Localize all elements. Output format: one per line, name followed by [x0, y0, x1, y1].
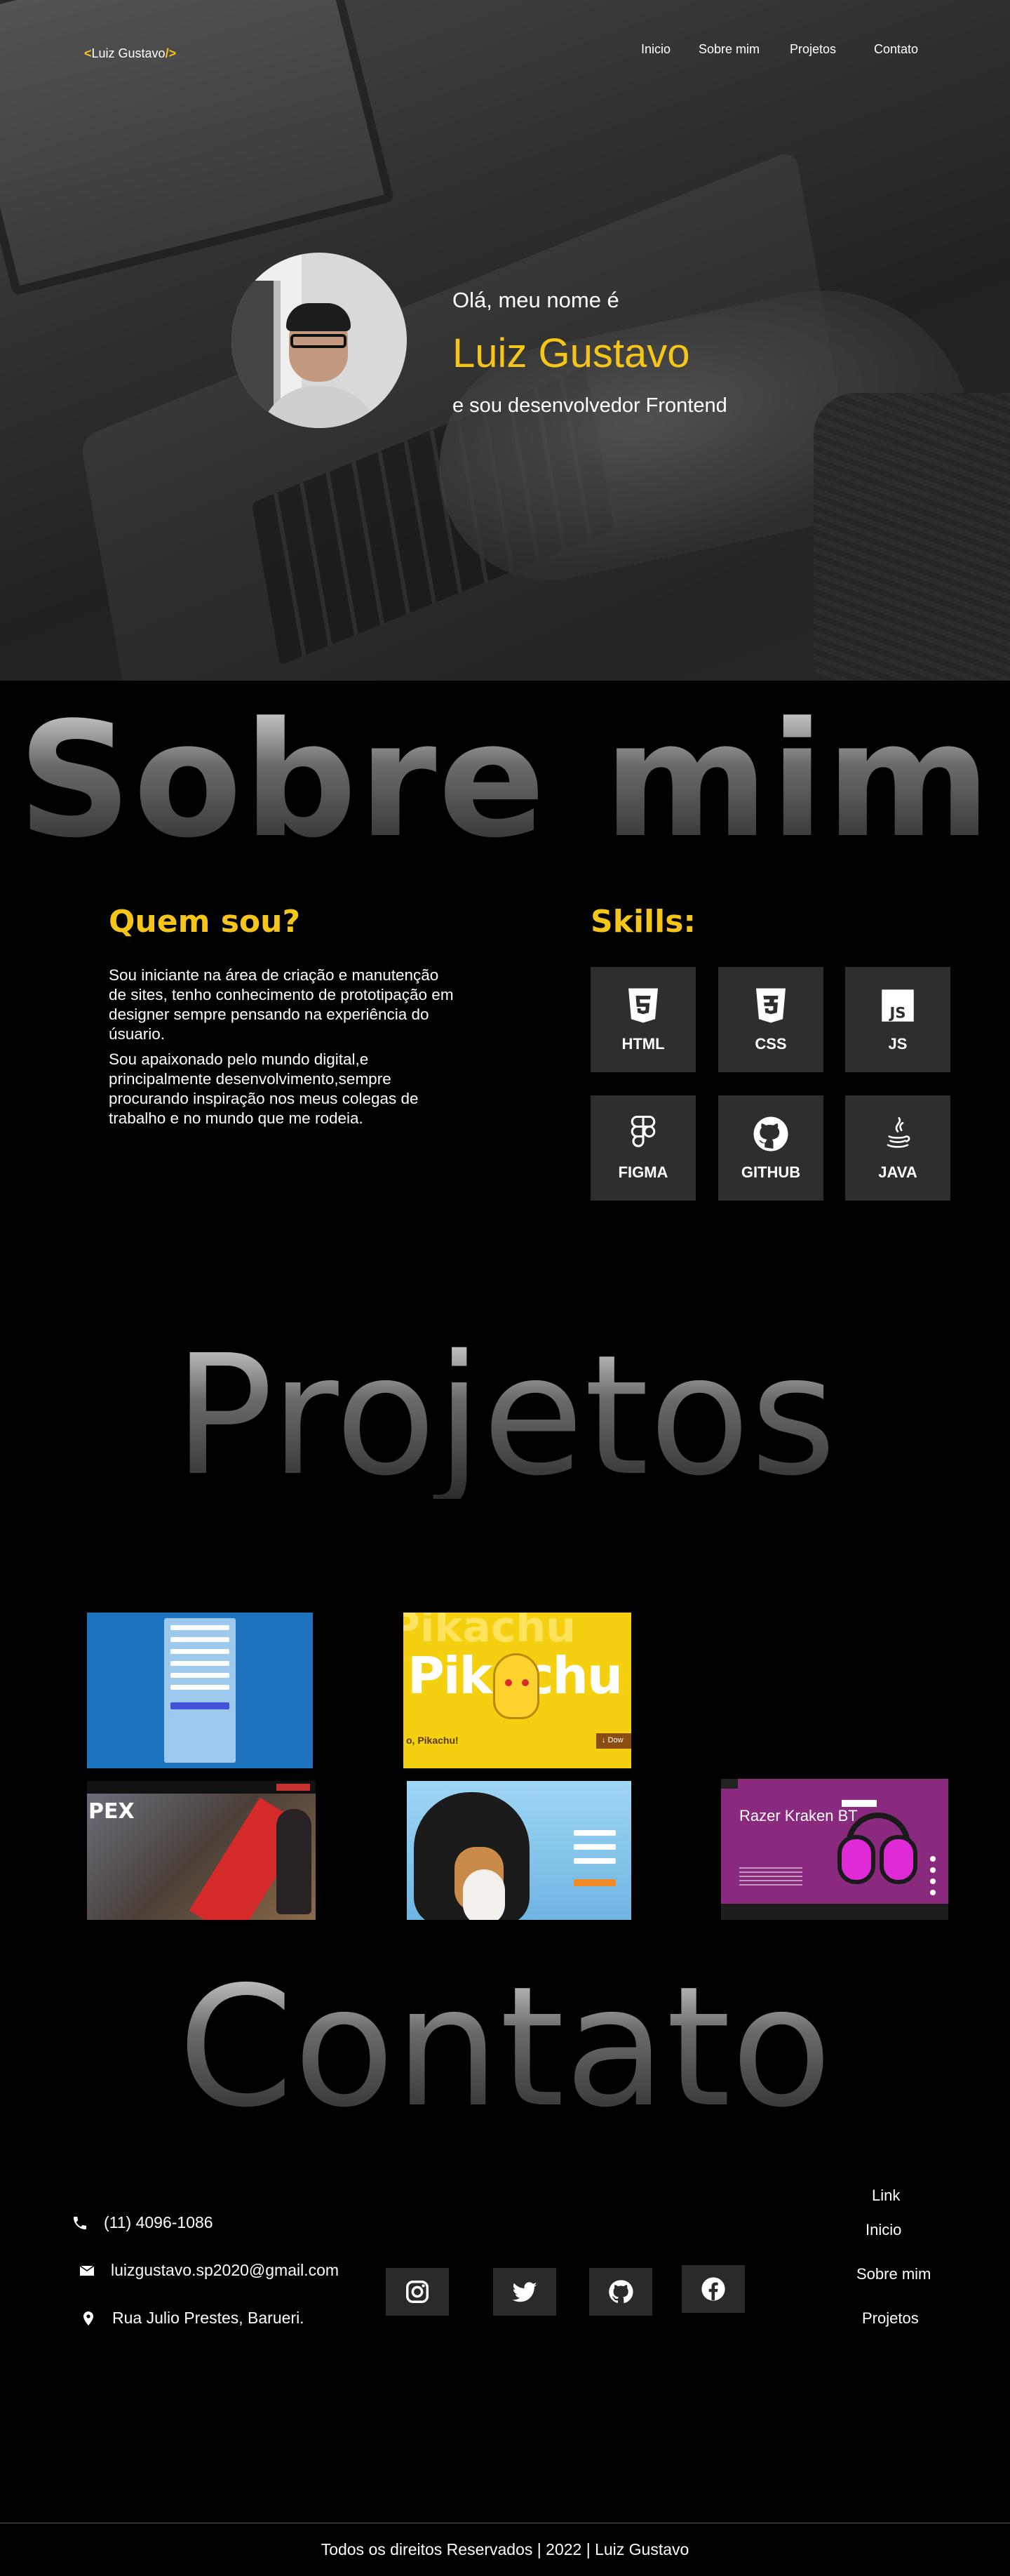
social-github-button[interactable]	[589, 2268, 652, 2316]
java-icon	[887, 1116, 910, 1148]
skill-card-js: JS JS	[845, 967, 950, 1072]
main-nav: Inicio Sobre mim Projetos Contato	[631, 42, 940, 62]
skills-title: Skills:	[591, 904, 696, 940]
dog-login-button	[574, 1879, 616, 1886]
razer-social-dots	[930, 1856, 936, 1862]
contact-email: luizgustavo.sp2020@gmail.com	[79, 2261, 339, 2280]
dog-login-input	[574, 1858, 616, 1864]
nav-link-sobre-mim[interactable]: Sobre mim	[699, 42, 760, 57]
github-icon	[753, 1116, 788, 1152]
hero-greeting: Olá, meu nome é	[452, 288, 619, 312]
skill-label: GITHUB	[741, 1163, 801, 1181]
footer-links-title: Link	[872, 2187, 901, 2204]
hero-section: <Luiz Gustavo/> Inicio Sobre mim Projeto…	[0, 0, 1010, 681]
avatar-hair	[286, 303, 351, 331]
razer-footer	[721, 1904, 948, 1920]
skill-label: HTML	[621, 1035, 665, 1053]
dog-image	[414, 1792, 530, 1920]
logo-text: Luiz Gustavo	[91, 46, 166, 60]
about-description: Sou iniciante na área de criação e manut…	[109, 966, 459, 1134]
facebook-icon	[701, 2277, 725, 2301]
about-paragraph: Sou iniciante na área de criação e manut…	[109, 966, 454, 1043]
pikachu-figure	[493, 1653, 539, 1719]
avatar-glasses	[290, 334, 346, 348]
razer-description	[739, 1864, 802, 1886]
avatar-background-door	[231, 281, 281, 414]
social-twitter-button[interactable]	[493, 2268, 556, 2316]
project-card-pikachu[interactable]: Pikachu Pikachu o, Pikachu! ↓ Dow	[403, 1613, 631, 1768]
skill-label: JAVA	[878, 1163, 917, 1181]
apex-navbar	[87, 1781, 316, 1794]
apex-character	[276, 1809, 311, 1914]
pikachu-download-button: ↓ Dow	[596, 1733, 631, 1749]
skill-card-css: CSS	[718, 967, 823, 1072]
svg-text:JS: JS	[889, 1005, 906, 1022]
logo-bracket-open: <	[84, 46, 92, 60]
css3-icon	[756, 988, 786, 1023]
github-icon	[609, 2280, 633, 2304]
pikachu-caption: o, Pikachu!	[406, 1735, 459, 1746]
skill-card-figma: FIGMA	[591, 1095, 696, 1201]
razer-headphone-cup	[837, 1835, 875, 1884]
nav-link-inicio[interactable]: Inicio	[641, 42, 671, 57]
contact-email-text[interactable]: luizgustavo.sp2020@gmail.com	[111, 2261, 339, 2280]
project-card-dog-login[interactable]	[407, 1781, 631, 1920]
twitter-icon	[512, 2282, 537, 2302]
js-icon: JS	[882, 989, 914, 1022]
footer-link-projetos[interactable]: Projetos	[862, 2309, 919, 2328]
hero-name: Luiz Gustavo	[452, 331, 690, 376]
project-preview-form	[164, 1618, 236, 1763]
logo-bracket-close: />	[165, 46, 177, 60]
footer-copyright: Todos os direitos Reservados | 2022 | Lu…	[321, 2540, 689, 2558]
about-who-title: Quem sou?	[109, 904, 301, 940]
envelope-icon	[79, 2264, 95, 2276]
footer-link-inicio[interactable]: Inicio	[866, 2221, 901, 2239]
skill-card-java: JAVA	[845, 1095, 950, 1201]
instagram-icon	[406, 2281, 429, 2303]
contact-section-title: Contato	[0, 1965, 1010, 2130]
project-card-razer[interactable]: Razer Kraken BT	[721, 1779, 948, 1920]
nav-link-contato[interactable]: Contato	[874, 42, 918, 57]
footer-link-sobre-mim[interactable]: Sobre mim	[856, 2265, 931, 2283]
dog-login-input	[574, 1844, 616, 1850]
dog-login-input	[574, 1830, 616, 1836]
contact-phone: (11) 4096-1086	[72, 2213, 213, 2232]
skill-label: FIGMA	[618, 1163, 668, 1181]
razer-title: Razer Kraken BT	[739, 1807, 858, 1824]
skill-card-github: GITHUB	[718, 1095, 823, 1201]
site-logo[interactable]: <Luiz Gustavo/>	[84, 46, 176, 61]
html5-icon	[628, 988, 658, 1023]
contact-address: Rua Julio Prestes, Barueri.	[80, 2309, 304, 2328]
social-instagram-button[interactable]	[386, 2268, 449, 2316]
project-card-signup-form[interactable]	[87, 1613, 313, 1768]
hero-role: e sou desenvolvedor Frontend	[452, 394, 727, 417]
project-card-apex[interactable]: PEX	[87, 1781, 316, 1920]
razer-badge	[842, 1800, 877, 1807]
contact-phone-text: (11) 4096-1086	[104, 2213, 213, 2231]
contact-address-text: Rua Julio Prestes, Barueri.	[112, 2309, 304, 2327]
razer-headphone-cup	[880, 1835, 917, 1884]
about-section-title: Sobre mim	[0, 702, 1010, 860]
razer-menu-tab	[721, 1779, 738, 1789]
skill-card-html: HTML	[591, 967, 696, 1072]
about-paragraph: Sou apaixonado pelo mundo digital,e prin…	[109, 1050, 419, 1127]
projects-section-title: Projetos	[0, 1333, 1010, 1499]
phone-icon	[74, 2216, 86, 2229]
figma-icon	[631, 1115, 656, 1147]
apex-title: PEX	[88, 1799, 135, 1824]
skill-label: CSS	[755, 1035, 787, 1053]
skill-label: JS	[888, 1035, 908, 1053]
social-facebook-button[interactable]	[682, 2265, 745, 2313]
profile-avatar	[231, 253, 407, 428]
location-pin-icon	[83, 2311, 93, 2325]
nav-link-projetos[interactable]: Projetos	[790, 42, 836, 57]
